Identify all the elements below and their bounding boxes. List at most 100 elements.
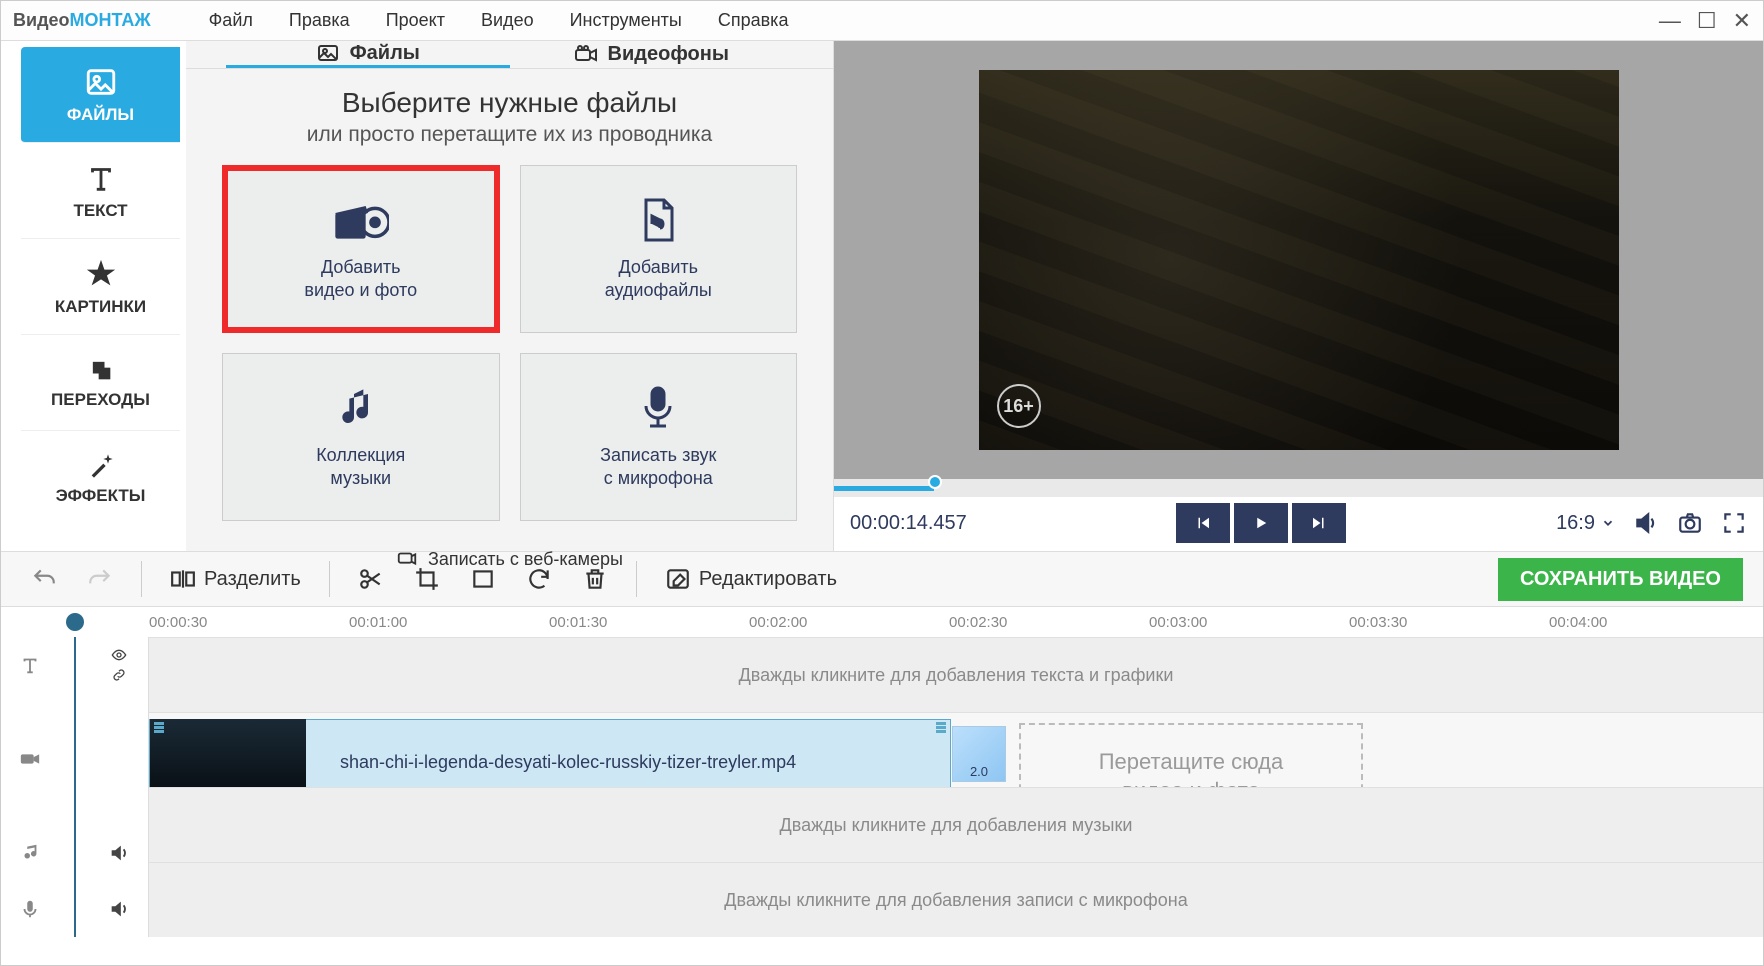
edit-button[interactable]: Редактировать bbox=[655, 560, 847, 598]
sidebar-label: ПЕРЕХОДЫ bbox=[51, 390, 150, 410]
audio-file-icon bbox=[630, 196, 686, 244]
menu-help[interactable]: Справка bbox=[700, 10, 807, 31]
card-label: Записать звукс микрофона bbox=[600, 444, 716, 491]
playhead[interactable] bbox=[74, 637, 76, 937]
clip-filename: shan-chi-i-legenda-desyati-kolec-russkiy… bbox=[340, 752, 796, 773]
text-track-lane[interactable]: Дважды кликните для добавления текста и … bbox=[149, 637, 1763, 712]
card-label: Добавитьаудиофайлы bbox=[605, 256, 712, 303]
sidebar-label: КАРТИНКИ bbox=[55, 297, 146, 317]
scissors-icon bbox=[358, 566, 384, 592]
menu-edit[interactable]: Правка bbox=[271, 10, 368, 31]
undo-button[interactable] bbox=[21, 560, 67, 598]
rect-icon bbox=[470, 566, 496, 592]
save-video-button[interactable]: СОХРАНИТЬ ВИДЕО bbox=[1498, 558, 1743, 601]
crop-icon bbox=[414, 566, 440, 592]
ruler-label: 00:01:30 bbox=[549, 614, 749, 631]
music-icon bbox=[333, 384, 389, 432]
button-label: Разделить bbox=[204, 568, 301, 591]
menubar: ВидеоМОНТАЖ Файл Правка Проект Видео Инс… bbox=[1, 1, 1763, 41]
music-track-lane[interactable]: Дважды кликните для добавления музыки bbox=[149, 787, 1763, 862]
next-button[interactable] bbox=[1292, 503, 1346, 543]
split-icon bbox=[170, 566, 196, 592]
clip-handle-left[interactable] bbox=[154, 722, 164, 725]
transition-badge[interactable]: 2.0 bbox=[952, 726, 1006, 782]
video-icon bbox=[19, 748, 41, 770]
wand-icon bbox=[87, 452, 115, 480]
window-close-icon[interactable]: ✕ bbox=[1733, 8, 1751, 34]
play-button[interactable] bbox=[1234, 503, 1288, 543]
music-icon bbox=[19, 842, 41, 864]
link-icon[interactable] bbox=[108, 667, 130, 683]
menu-video[interactable]: Видео bbox=[463, 10, 552, 31]
delete-button[interactable] bbox=[572, 560, 618, 598]
tab-label: Видеофоны bbox=[608, 43, 729, 66]
add-audio-button[interactable]: Добавитьаудиофайлы bbox=[520, 165, 798, 333]
rotate-icon bbox=[526, 566, 552, 592]
prev-button[interactable] bbox=[1176, 503, 1230, 543]
file-panel: Файлы Видеофоны Выберите нужные файлы ил… bbox=[186, 41, 834, 551]
star-icon bbox=[84, 257, 118, 291]
chevron-down-icon bbox=[1601, 516, 1615, 530]
timeline-ruler[interactable]: 00:00:30 00:01:00 00:01:30 00:02:00 00:0… bbox=[1, 607, 1763, 637]
aspect-label: 16:9 bbox=[1556, 512, 1595, 535]
sidebar-item-files[interactable]: ФАЙЛЫ bbox=[21, 47, 180, 143]
volume-icon[interactable] bbox=[108, 898, 130, 920]
sidebar-item-transitions[interactable]: ПЕРЕХОДЫ bbox=[21, 335, 180, 431]
aspect-ratio-selector[interactable]: 16:9 bbox=[1556, 512, 1615, 535]
preview-seekbar[interactable] bbox=[834, 479, 1763, 497]
card-label: Коллекциямузыки bbox=[316, 444, 405, 491]
sidebar-item-effects[interactable]: ЭФФЕКТЫ bbox=[21, 431, 180, 527]
trash-icon bbox=[582, 566, 608, 592]
image-icon bbox=[84, 65, 118, 99]
ruler-label: 00:03:00 bbox=[1149, 614, 1349, 631]
timeline-toolbar: Разделить Редактировать СОХРАНИТЬ ВИДЕО bbox=[1, 551, 1763, 607]
video-track-lane[interactable]: shan-chi-i-legenda-desyati-kolec-russkiy… bbox=[149, 712, 1763, 787]
panel-subtitle: или просто перетащите их из проводника bbox=[222, 123, 797, 147]
preview-frame: 16+ bbox=[979, 70, 1619, 450]
microphone-icon bbox=[630, 384, 686, 432]
clapper-icon bbox=[333, 196, 389, 244]
window-minimize-icon[interactable]: — bbox=[1659, 8, 1681, 34]
cut-button[interactable] bbox=[348, 560, 394, 598]
tab-backgrounds[interactable]: Видеофоны bbox=[510, 41, 794, 68]
timeline: 00:00:30 00:01:00 00:01:30 00:02:00 00:0… bbox=[1, 607, 1763, 937]
image-icon bbox=[316, 41, 340, 65]
edit-icon bbox=[665, 566, 691, 592]
sidebar-item-text[interactable]: ТЕКСТ bbox=[21, 143, 180, 239]
ruler-label: 00:04:00 bbox=[1549, 614, 1749, 631]
menu-tools[interactable]: Инструменты bbox=[552, 10, 700, 31]
clip-handle-right[interactable] bbox=[936, 722, 946, 725]
microphone-icon bbox=[19, 898, 41, 920]
fullscreen-icon[interactable] bbox=[1721, 510, 1747, 536]
menu-project[interactable]: Проект bbox=[368, 10, 463, 31]
split-button[interactable]: Разделить bbox=[160, 560, 311, 598]
sidebar-label: ТЕКСТ bbox=[73, 201, 127, 221]
tab-label: Файлы bbox=[350, 42, 420, 65]
app-logo: ВидеоМОНТАЖ bbox=[13, 10, 151, 31]
music-collection-button[interactable]: Коллекциямузыки bbox=[222, 353, 500, 521]
timecode: 00:00:14.457 bbox=[850, 512, 967, 535]
layers-icon bbox=[87, 356, 115, 384]
ruler-label: 00:02:00 bbox=[749, 614, 949, 631]
mic-track-lane[interactable]: Дважды кликните для добавления записи с … bbox=[149, 862, 1763, 937]
frame-button[interactable] bbox=[460, 560, 506, 598]
sidebar-label: ФАЙЛЫ bbox=[67, 105, 134, 125]
preview-canvas[interactable]: 16+ bbox=[834, 41, 1763, 479]
ruler-label: 00:03:30 bbox=[1349, 614, 1549, 631]
ruler-label: 00:01:00 bbox=[349, 614, 549, 631]
panel-title: Выберите нужные файлы bbox=[222, 87, 797, 119]
volume-icon[interactable] bbox=[1633, 510, 1659, 536]
redo-button[interactable] bbox=[77, 560, 123, 598]
volume-icon[interactable] bbox=[108, 842, 130, 864]
menu-file[interactable]: Файл bbox=[191, 10, 271, 31]
window-maximize-icon[interactable]: ☐ bbox=[1697, 8, 1717, 34]
rotate-button[interactable] bbox=[516, 560, 562, 598]
add-video-photo-button[interactable]: Добавитьвидео и фото bbox=[222, 165, 500, 333]
sidebar-item-images[interactable]: КАРТИНКИ bbox=[21, 239, 180, 335]
crop-button[interactable] bbox=[404, 560, 450, 598]
record-mic-button[interactable]: Записать звукс микрофона bbox=[520, 353, 798, 521]
eye-icon[interactable] bbox=[108, 647, 130, 663]
tab-files[interactable]: Файлы bbox=[226, 41, 510, 68]
age-rating-badge: 16+ bbox=[997, 384, 1041, 428]
snapshot-icon[interactable] bbox=[1677, 510, 1703, 536]
